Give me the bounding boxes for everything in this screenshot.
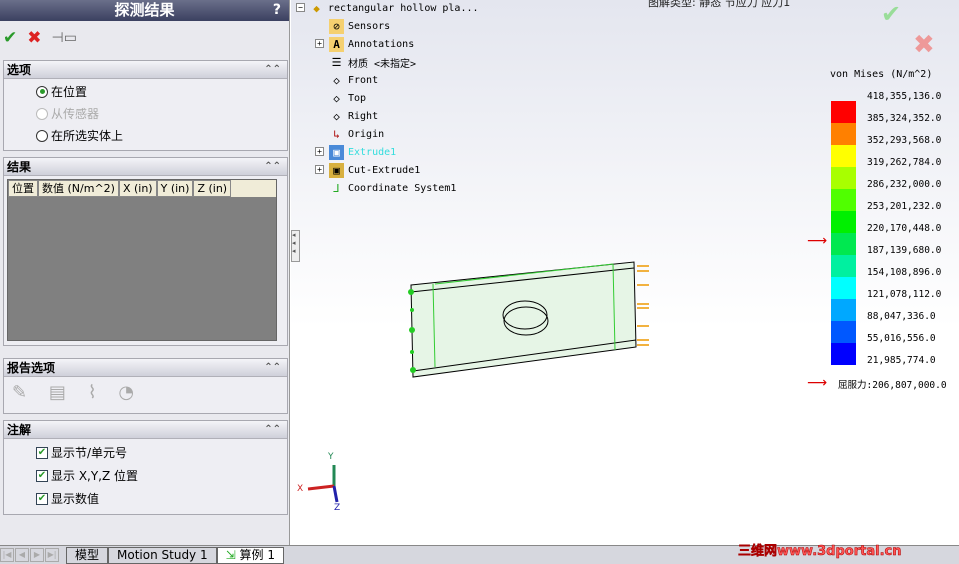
load-arrows — [637, 265, 649, 346]
legend-band — [831, 321, 856, 343]
checkbox-show-value[interactable]: ✔ 显示数值 — [36, 490, 99, 507]
results-header-label: 结果 — [7, 160, 32, 174]
graphics-area[interactable]: ◂ ◂ ◂ 图解类型: 静态 节应力 应力1 − ◆ rectangular holl… — [291, 0, 959, 545]
radio-at-location[interactable]: 在位置 — [36, 83, 87, 100]
plot-icon: ⌇ — [87, 382, 97, 403]
tab-model[interactable]: 模型 — [66, 546, 109, 564]
help-button[interactable]: ? — [273, 0, 281, 21]
legend-label: 286,232,000.0 — [867, 179, 942, 190]
next-tab-button[interactable]: ▶ — [30, 548, 44, 562]
results-table[interactable]: 位置 数值 (N/m^2) X (in) Y (in) Z (in) — [7, 179, 277, 341]
legend-label: 385,324,352.0 — [867, 113, 942, 124]
legend-label: 21,985,774.0 — [867, 355, 936, 366]
save-probe-icon: ✎ — [12, 382, 28, 403]
annotations-header-label: 注解 — [7, 423, 32, 437]
yield-arrow-icon: ⟶ — [807, 375, 828, 391]
legend-band — [831, 211, 856, 233]
legend-label: 55,016,556.0 — [867, 333, 936, 344]
radio-label: 从传感器 — [51, 107, 100, 121]
checkbox-label: 显示节/单元号 — [51, 446, 128, 460]
radio-label: 在所选实体上 — [51, 129, 124, 143]
tab-motion-study[interactable]: Motion Study 1 — [108, 546, 217, 564]
legend-band — [831, 167, 856, 189]
plate-model — [410, 261, 637, 378]
options-header-label: 选项 — [7, 63, 32, 77]
legend-band — [831, 299, 856, 321]
checkbox-label: 显示数值 — [51, 492, 100, 506]
last-tab-button[interactable]: ▶| — [45, 548, 59, 562]
axis-z-label: Z — [334, 503, 341, 513]
column-header[interactable]: 数值 (N/m^2) — [38, 180, 119, 197]
column-header[interactable]: Z (in) — [193, 180, 232, 197]
cancel-x-icon[interactable]: ✖ — [913, 30, 935, 60]
axis-y-label: Y — [328, 452, 334, 462]
checkbox-show-xyz[interactable]: ✔ 显示 X,Y,Z 位置 — [36, 467, 138, 484]
tab-study[interactable]: ⇲ 算例 1 — [216, 546, 284, 564]
cancel-x-icon[interactable]: ✖ — [27, 28, 41, 48]
checkbox-label: 显示 X,Y,Z 位置 — [51, 469, 139, 483]
confirm-check-icon[interactable]: ✔ — [881, 0, 901, 28]
radio-from-sensor: 从传感器 — [36, 105, 99, 122]
radio-label: 在位置 — [51, 85, 88, 99]
report-header[interactable]: 报告选项 ⌃⌃ — [4, 359, 287, 377]
report-plot-icon: ◔ — [118, 382, 135, 403]
legend-band — [831, 101, 856, 123]
legend-label: 187,139,680.0 — [867, 245, 942, 256]
annotations-header[interactable]: 注解 ⌃⌃ — [4, 421, 287, 439]
legend-band — [831, 145, 856, 167]
collapse-icon[interactable]: ⌃⌃ — [264, 158, 281, 176]
yield-strength-label: 屈服力:206,807,000.0 — [838, 380, 947, 391]
legend-label: 121,078,112.0 — [867, 289, 942, 300]
legend-band — [831, 189, 856, 211]
legend-band — [831, 255, 856, 277]
legend-label: 418,355,136.0 — [867, 91, 942, 102]
column-header[interactable]: X (in) — [118, 180, 157, 197]
study-icon: ⇲ — [225, 547, 236, 562]
report-header-label: 报告选项 — [7, 361, 56, 375]
results-header[interactable]: 结果 ⌃⌃ — [4, 158, 287, 176]
watermark: 三维网www.3dportal.cn — [738, 544, 902, 560]
collapse-icon[interactable]: ⌃⌃ — [264, 421, 281, 439]
legend-band — [831, 123, 856, 145]
options-section: 选项 ⌃⌃ 在位置 从传感器 在所选实体上 — [3, 60, 288, 151]
save-report-icon: ▤ — [48, 382, 66, 403]
title-text: 探测结果 — [114, 1, 175, 19]
legend-label: 220,170,448.0 — [867, 223, 942, 234]
legend-label: 352,293,568.0 — [867, 135, 942, 146]
prev-tab-button[interactable]: ◀ — [15, 548, 29, 562]
checkbox-show-node[interactable]: ✔ 显示节/单元号 — [36, 444, 127, 461]
radio-on-selected-entities[interactable]: 在所选实体上 — [36, 127, 123, 144]
collapse-icon[interactable]: ⌃⌃ — [264, 359, 281, 377]
legend-label: 154,108,896.0 — [867, 267, 942, 278]
legend-label: 319,262,784.0 — [867, 157, 942, 168]
legend-band — [831, 277, 856, 299]
tab-label: 算例 1 — [239, 547, 275, 562]
axis-x-label: X — [297, 484, 304, 494]
collapse-icon[interactable]: ⌃⌃ — [264, 61, 281, 79]
panel-title: 探测结果? — [0, 0, 289, 21]
triad — [307, 465, 339, 503]
legend-label: 253,201,232.0 — [867, 201, 942, 212]
legend-label: 88,047,336.0 — [867, 311, 936, 322]
annotations-section: 注解 ⌃⌃ ✔ 显示节/单元号 ✔ 显示 X,Y,Z 位置 ✔ 显示数值 — [3, 420, 288, 515]
property-manager: 探测结果? ✔ ✖ ⊣▭ 选项 ⌃⌃ 在位置 从传感器 在所选实体上 结果 ⌃⌃ 位… — [0, 0, 290, 545]
legend-title: von Mises (N/m^2) — [830, 69, 933, 80]
column-header[interactable]: 位置 — [8, 180, 38, 197]
legend-band — [831, 343, 856, 365]
model-view — [307, 261, 649, 503]
yield-marker-arrow-icon: ⟶ — [807, 233, 828, 249]
results-section: 结果 ⌃⌃ 位置 数值 (N/m^2) X (in) Y (in) Z (in) — [3, 157, 288, 346]
report-options-section: 报告选项 ⌃⌃ ✎ ▤ ⌇ ◔ — [3, 358, 288, 414]
first-tab-button[interactable]: |◀ — [0, 548, 14, 562]
pushpin-icon[interactable]: ⊣▭ — [52, 30, 77, 46]
ok-check-icon[interactable]: ✔ — [3, 28, 17, 48]
column-header[interactable]: Y (in) — [156, 180, 194, 197]
legend-band — [831, 233, 856, 255]
options-header[interactable]: 选项 ⌃⌃ — [4, 61, 287, 79]
